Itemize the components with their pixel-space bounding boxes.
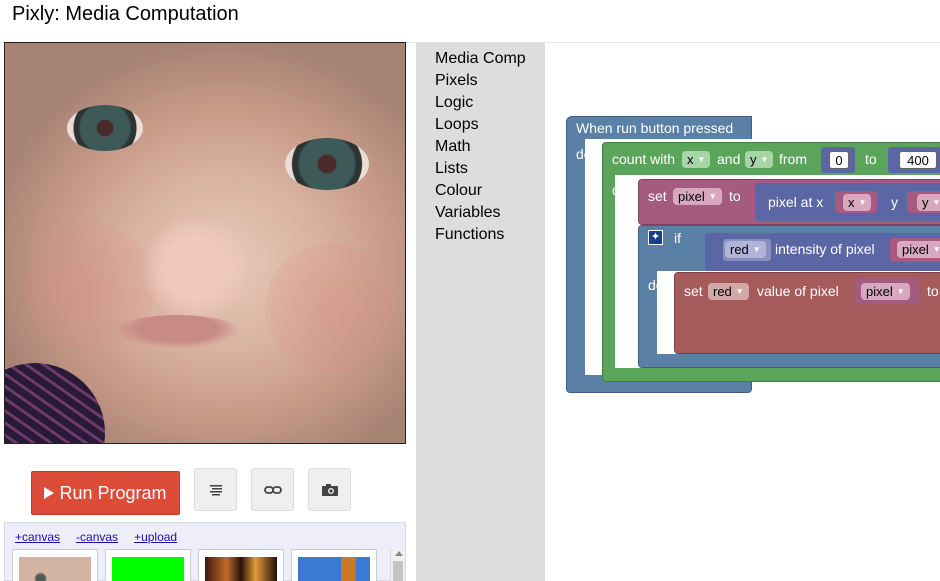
play-icon (44, 487, 55, 499)
add-canvas-link[interactable]: +canvas (15, 530, 60, 544)
toolbox-category-colour[interactable]: Colour (435, 182, 482, 200)
gallery-scrollbar[interactable] (390, 547, 405, 581)
thumb-image (19, 557, 91, 581)
dropdown-arrow-icon: ▼ (932, 245, 940, 254)
to-label: to (865, 151, 877, 167)
scrollbar-thumb[interactable] (393, 561, 403, 581)
channel-red-dropdown[interactable]: red ▼ (708, 283, 749, 300)
gallery-thumb-green[interactable] (105, 549, 191, 581)
toolbox-category-variables[interactable]: Variables (435, 204, 501, 222)
pixel-at-x-label: pixel at x (768, 194, 824, 210)
loop-var-x-value: x (687, 152, 694, 167)
loop-var-y-dropdown[interactable]: y ▼ (745, 151, 774, 168)
page-title: Pixly: Media Computation (12, 3, 239, 25)
run-program-label: Run Program (59, 482, 167, 503)
image-gallery: +canvas -canvas +upload (4, 522, 406, 581)
set-var-pixel-value: pixel (678, 189, 705, 204)
and-label: and (717, 151, 741, 167)
from-value-field[interactable]: 0 (829, 151, 849, 169)
run-program-button[interactable]: Run Program (31, 471, 180, 515)
thumb-image (298, 557, 370, 581)
toolbox-category-math[interactable]: Math (435, 138, 471, 156)
red-channel-dropdown[interactable]: red ▼ (725, 241, 766, 258)
app-window: Pixly: Media Computation Run Program +ca… (0, 0, 940, 581)
set-label: set (648, 188, 667, 204)
code-lines-icon (209, 484, 222, 495)
image-cheek-right (265, 243, 395, 373)
event-label: When run button pressed (576, 120, 734, 136)
toolbox-category-functions[interactable]: Functions (435, 226, 504, 244)
set2-label: set (684, 283, 703, 299)
loop-var-x-dropdown[interactable]: x ▼ (682, 151, 711, 168)
to-value-field[interactable]: 400 (899, 151, 937, 169)
image-lips (115, 315, 240, 349)
dropdown-arrow-icon: ▼ (752, 245, 761, 254)
remove-canvas-link[interactable]: -canvas (76, 530, 118, 544)
dropdown-arrow-icon: ▼ (760, 155, 769, 164)
image-nose (140, 213, 250, 323)
dropdown-arrow-icon: ▼ (896, 287, 905, 296)
arg-y-dropdown[interactable]: y ▼ (917, 194, 940, 211)
if-label: if (674, 230, 681, 246)
dropdown-arrow-icon: ▼ (858, 198, 867, 207)
value-of-pixel-label: value of pixel (757, 283, 839, 299)
set-to-label: to (729, 188, 741, 204)
image-eye-left (67, 105, 143, 151)
arg-pixel-dropdown[interactable]: pixel ▼ (897, 241, 940, 258)
upload-link[interactable]: +upload (134, 530, 177, 544)
image-eye-right (285, 138, 369, 190)
if-do-label: do (648, 277, 664, 293)
set-var-pixel-dropdown[interactable]: pixel ▼ (673, 188, 722, 205)
toolbox-category-media-comp[interactable]: Media Comp (435, 50, 526, 68)
from-label: from (779, 151, 807, 167)
thumb-image (112, 557, 184, 581)
loop-var-y-value: y (750, 152, 757, 167)
loop-do-label: do (612, 182, 628, 198)
arg-pixel2-value: pixel (866, 284, 893, 299)
image-shirt (5, 363, 105, 443)
arg-pixel2-dropdown[interactable]: pixel ▼ (861, 283, 910, 300)
share-link-button[interactable] (251, 468, 294, 511)
arg-x-dropdown[interactable]: x ▼ (843, 194, 872, 211)
gallery-thumb-sky[interactable] (291, 549, 377, 581)
gallery-links: +canvas -canvas +upload (15, 530, 177, 544)
channel-red-value: red (713, 284, 732, 299)
toolbox-category-pixels[interactable]: Pixels (435, 72, 478, 90)
to2-label: to (927, 283, 939, 299)
arg-x-value: x (848, 195, 855, 210)
if-settings-icon[interactable]: ✦ (648, 230, 663, 245)
dropdown-arrow-icon: ▼ (932, 198, 940, 207)
scroll-up-icon[interactable] (395, 551, 403, 556)
red-channel-value: red (730, 242, 749, 257)
y-label: y (891, 194, 898, 210)
intensity-of-pixel-label: intensity of pixel (775, 241, 875, 257)
gallery-thumb-baby[interactable] (12, 549, 98, 581)
toolbox-category-lists[interactable]: Lists (435, 160, 468, 178)
link-icon (263, 485, 282, 494)
snapshot-button[interactable] (308, 468, 351, 511)
thumb-image (205, 557, 277, 581)
canvas-image (4, 42, 406, 444)
toolbox-category-logic[interactable]: Logic (435, 94, 473, 112)
show-code-button[interactable] (194, 468, 237, 511)
toolbox-category-loops[interactable]: Loops (435, 116, 479, 134)
block-toolbox: Media Comp Pixels Logic Loops Math Lists… (416, 43, 545, 581)
dropdown-arrow-icon: ▼ (735, 287, 744, 296)
dropdown-arrow-icon: ▼ (708, 192, 717, 201)
gallery-thumb-city[interactable] (198, 549, 284, 581)
dropdown-arrow-icon: ▼ (697, 155, 706, 164)
event-do-label: do (576, 146, 592, 162)
arg-y-value: y (922, 195, 929, 210)
block-workspace[interactable]: When run button pressed do count with x ▼… (545, 43, 940, 581)
arg-pixel-value: pixel (902, 242, 929, 257)
camera-icon (321, 483, 338, 496)
count-with-label: count with (612, 151, 676, 167)
